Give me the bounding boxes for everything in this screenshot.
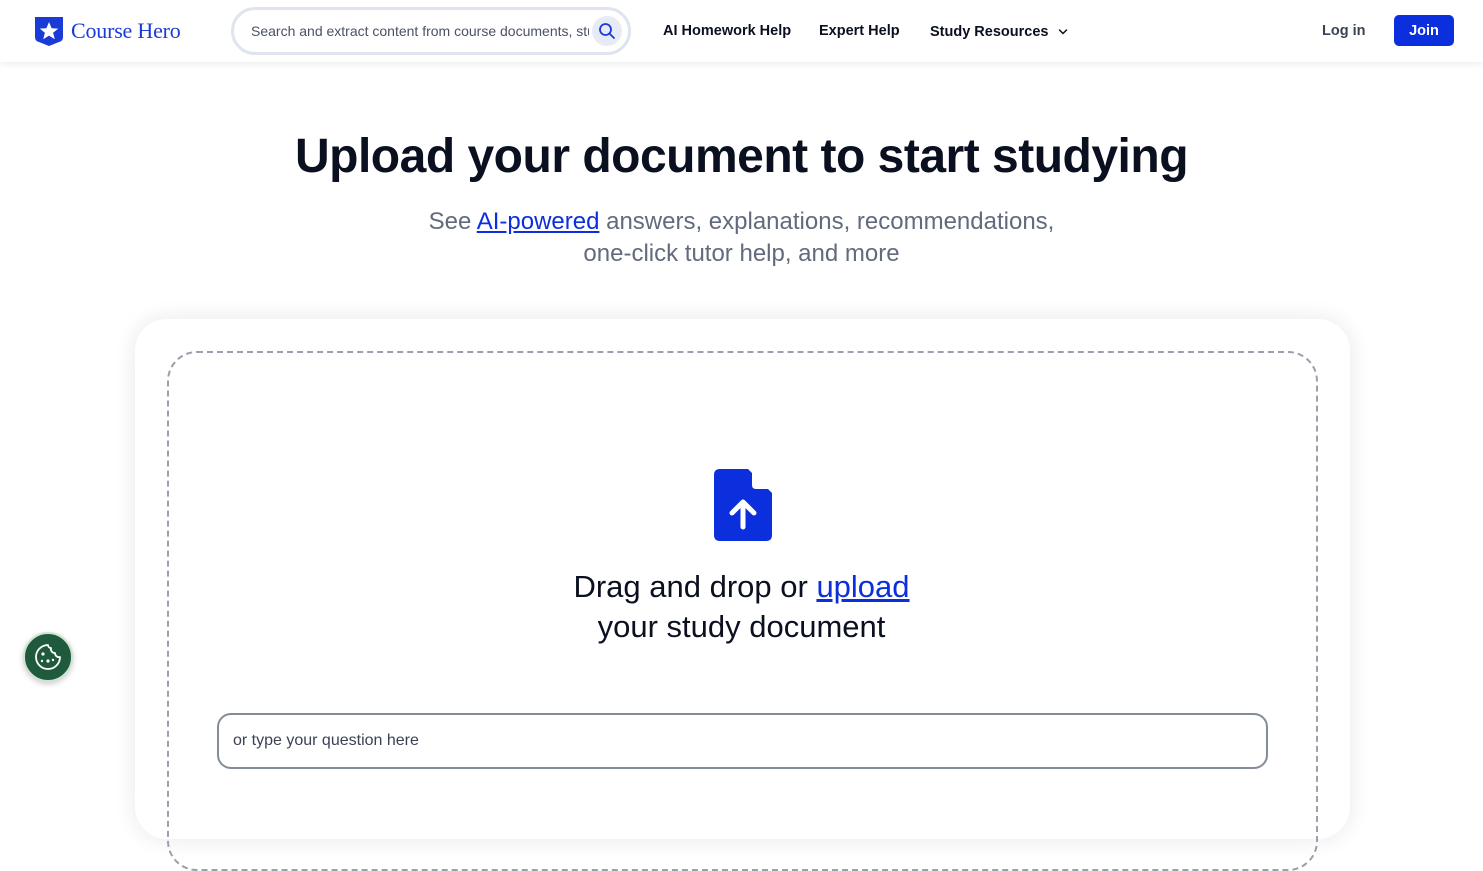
site-header: Course Hero AI Homework Help Expert Help… bbox=[0, 0, 1483, 62]
question-input[interactable] bbox=[217, 713, 1268, 769]
hero-subtitle-prefix: See bbox=[428, 208, 477, 235]
search-bar bbox=[231, 7, 631, 55]
hero-subtitle-line1: answers, explanations, recommendations, bbox=[599, 208, 1055, 235]
nav-ai-homework-help[interactable]: AI Homework Help bbox=[663, 20, 791, 42]
hero-subtitle: See AI-powered answers, explanations, re… bbox=[391, 206, 1092, 270]
join-button[interactable]: Join bbox=[1394, 15, 1454, 46]
nav-ai-homework-help-label: AI Homework Help bbox=[663, 23, 792, 39]
drag-drop-text: Drag and drop or bbox=[573, 569, 817, 604]
ai-powered-link[interactable]: AI-powered bbox=[477, 208, 600, 235]
dropzone-instructions: Drag and drop or upload your study docum… bbox=[0, 567, 1483, 647]
search-icon bbox=[599, 23, 615, 39]
nav-expert-help-label: Expert Help bbox=[819, 23, 900, 39]
nav-study-resources-label: Study Resources bbox=[930, 24, 1049, 40]
search-button[interactable] bbox=[592, 16, 622, 46]
cookie-icon bbox=[35, 644, 61, 670]
drag-drop-line2: your study document bbox=[597, 609, 886, 644]
nav-expert-help[interactable]: Expert Help bbox=[819, 20, 900, 42]
star-shield-icon bbox=[35, 17, 63, 46]
hero-subtitle-line2: one-click tutor help, and more bbox=[583, 240, 900, 267]
brand-name: Course Hero bbox=[71, 18, 181, 43]
course-hero-logo[interactable]: Course Hero bbox=[33, 15, 181, 47]
login-link[interactable]: Log in bbox=[1322, 20, 1366, 42]
cookie-settings-button[interactable] bbox=[23, 632, 73, 682]
page-title: Upload your document to start studying bbox=[294, 130, 1189, 183]
chevron-down-icon bbox=[1059, 29, 1068, 35]
search-input[interactable] bbox=[237, 13, 589, 49]
upload-link[interactable]: upload bbox=[816, 569, 909, 604]
nav-study-resources[interactable]: Study Resources bbox=[930, 21, 1068, 43]
file-upload-icon[interactable] bbox=[714, 469, 772, 541]
